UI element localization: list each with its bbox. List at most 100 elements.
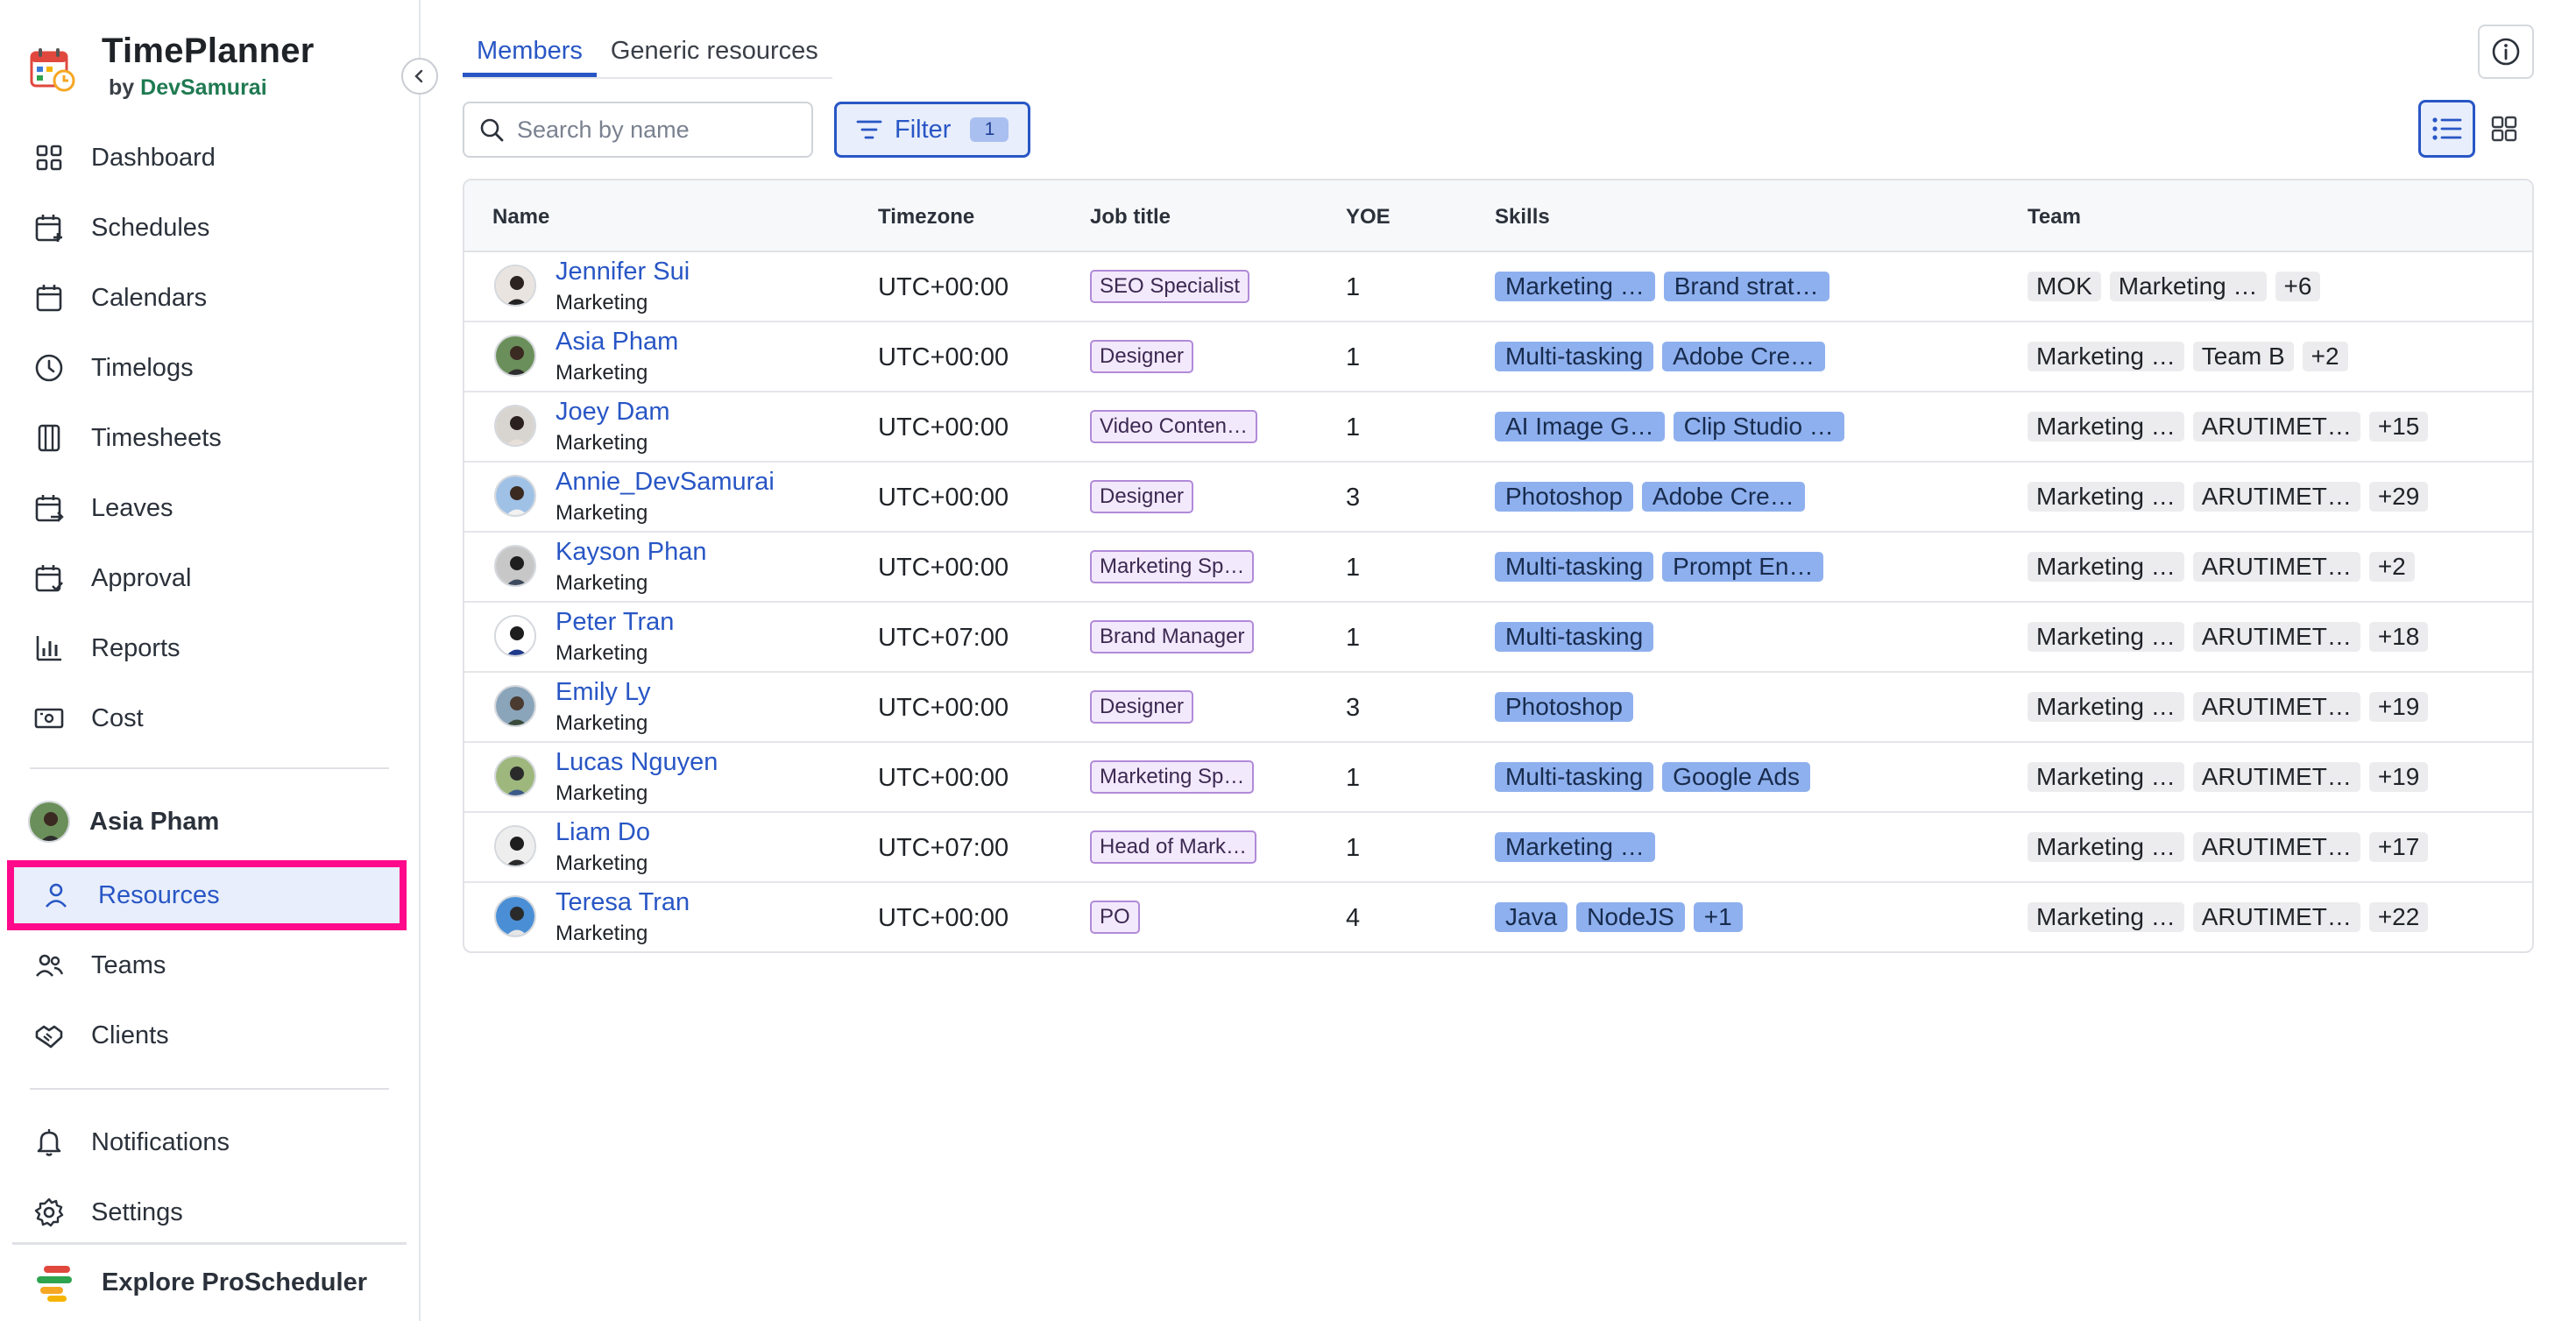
skill-tag: Multi-tasking	[1495, 762, 1654, 792]
member-name-link[interactable]: Teresa Tran	[556, 888, 690, 917]
tab-generic-resources[interactable]: Generic resources	[597, 26, 832, 77]
sidebar-item-notifications[interactable]: Notifications	[0, 1107, 421, 1177]
sidebar-item-reports[interactable]: Reports	[0, 613, 421, 683]
sidebar-item-calendars[interactable]: Calendars	[0, 263, 421, 333]
sidebar-item-leaves[interactable]: Leaves	[0, 473, 421, 543]
table-row[interactable]: Emily Ly Marketing UTC+00:00 Designer 3 …	[464, 673, 2532, 743]
sidebar-user-name: Asia Pham	[89, 807, 220, 836]
members-table: Name Timezone Job title YOE Skills Team …	[463, 179, 2534, 953]
skill-tag: +1	[1693, 902, 1743, 932]
column-header-job-title[interactable]: Job title	[1090, 205, 1171, 230]
team-tag: Marketing …	[2109, 272, 2267, 301]
skill-tag: Multi-tasking	[1495, 552, 1654, 582]
skills-list: Multi-tasking Prompt En…	[1495, 552, 1824, 582]
table-row[interactable]: Jennifer Sui Marketing UTC+00:00 SEO Spe…	[464, 252, 2532, 322]
column-header-yoe[interactable]: YOE	[1346, 205, 1391, 230]
table-row[interactable]: Joey Dam Marketing UTC+00:00 Video Conte…	[464, 392, 2532, 463]
member-name-link[interactable]: Kayson Phan	[556, 538, 707, 567]
member-name-link[interactable]: Emily Ly	[556, 678, 651, 707]
sidebar-item-teams[interactable]: Teams	[0, 930, 421, 1000]
explore-label: Explore ProScheduler	[102, 1268, 367, 1296]
search-input[interactable]	[517, 116, 780, 144]
skill-tag: Marketing …	[1495, 272, 1655, 301]
table-row[interactable]: Asia Pham Marketing UTC+00:00 Designer 1…	[464, 322, 2532, 392]
job-title-tag: PO	[1090, 901, 1140, 934]
skill-tag: Adobe Cre…	[1641, 482, 1805, 512]
sidebar-item-clients[interactable]: Clients	[0, 1000, 421, 1070]
sidebar-item-timesheets[interactable]: Timesheets	[0, 403, 421, 473]
grid-view-button[interactable]	[2475, 100, 2532, 158]
member-timezone: UTC+00:00	[878, 694, 1009, 722]
tab-members[interactable]: Members	[463, 26, 597, 77]
table-row[interactable]: Liam Do Marketing UTC+07:00 Head of Mark…	[464, 813, 2532, 883]
job-title-tag: Designer	[1090, 340, 1194, 373]
collapse-sidebar-button[interactable]	[401, 58, 438, 95]
team-tag: Marketing …	[2028, 552, 2184, 582]
job-title-tag: Marketing Sp…	[1090, 550, 1255, 583]
filter-button[interactable]: Filter 1	[834, 102, 1030, 158]
member-name-link[interactable]: Jennifer Sui	[556, 258, 690, 286]
job-title-tag: SEO Specialist	[1090, 270, 1250, 303]
table-row[interactable]: Lucas Nguyen Marketing UTC+00:00 Marketi…	[464, 743, 2532, 813]
member-timezone: UTC+00:00	[878, 273, 1009, 301]
team-tag: Team B	[2192, 342, 2294, 371]
member-department: Marketing	[556, 641, 648, 665]
member-yoe: 1	[1346, 764, 1361, 792]
member-name-link[interactable]: Peter Tran	[556, 608, 674, 637]
skills-list: Multi-tasking Adobe Cre…	[1495, 342, 1826, 371]
member-name-link[interactable]: Liam Do	[556, 818, 650, 847]
member-name-link[interactable]: Annie_DevSamurai	[556, 468, 775, 497]
teams-list: Marketing … ARUTIMET… +22	[2028, 902, 2429, 932]
grid-icon	[2491, 116, 2516, 142]
team-tag: +19	[2368, 762, 2429, 792]
sidebar-user[interactable]: Asia Pham	[28, 801, 219, 843]
list-view-button[interactable]	[2418, 100, 2476, 158]
avatar	[494, 545, 536, 587]
column-header-timezone[interactable]: Timezone	[878, 205, 974, 230]
sidebar-item-schedules[interactable]: Schedules	[0, 193, 421, 263]
member-timezone: UTC+07:00	[878, 624, 1009, 652]
sidebar-item-settings[interactable]: Settings	[0, 1177, 421, 1247]
column-header-skills[interactable]: Skills	[1495, 205, 1550, 230]
member-timezone: UTC+00:00	[878, 343, 1009, 371]
filter-label: Filter	[895, 115, 952, 144]
member-timezone: UTC+00:00	[878, 554, 1009, 582]
sidebar-item-dashboard[interactable]: Dashboard	[0, 123, 421, 193]
skills-list: AI Image G… Clip Studio …	[1495, 412, 1844, 442]
member-department: Marketing	[556, 501, 648, 525]
member-department: Marketing	[556, 571, 648, 595]
table-row[interactable]: Peter Tran Marketing UTC+07:00 Brand Man…	[464, 603, 2532, 673]
team-tag: Marketing …	[2028, 832, 2184, 862]
skill-tag: Marketing …	[1495, 832, 1655, 862]
sidebar-item-resources[interactable]: Resources	[7, 860, 407, 930]
sidebar-item-approval[interactable]: Approval	[0, 543, 421, 613]
skills-list: Marketing …	[1495, 832, 1655, 862]
table-row[interactable]: Kayson Phan Marketing UTC+00:00 Marketin…	[464, 533, 2532, 603]
member-name-link[interactable]: Asia Pham	[556, 328, 678, 357]
member-name-link[interactable]: Joey Dam	[556, 398, 670, 427]
team-tag: Marketing …	[2028, 412, 2184, 442]
skills-list: Photoshop Adobe Cre…	[1495, 482, 1805, 512]
sidebar-item-timelogs[interactable]: Timelogs	[0, 333, 421, 403]
table-row[interactable]: Teresa Tran Marketing UTC+00:00 PO 4 Jav…	[464, 883, 2532, 951]
column-header-name[interactable]: Name	[492, 205, 549, 230]
team-tag: ARUTIMET…	[2192, 902, 2360, 932]
sidebar-divider	[30, 767, 389, 769]
info-button[interactable]	[2478, 25, 2534, 79]
avatar	[494, 685, 536, 727]
explore-proscheduler-button[interactable]: Explore ProScheduler	[12, 1242, 407, 1321]
team-tag: +17	[2368, 832, 2429, 862]
team-tag: Marketing …	[2028, 622, 2184, 652]
search-box[interactable]	[463, 102, 813, 158]
sidebar-item-cost[interactable]: Cost	[0, 683, 421, 753]
teams-list: Marketing … ARUTIMET… +18	[2028, 622, 2429, 652]
member-department: Marketing	[556, 851, 648, 875]
member-department: Marketing	[556, 361, 648, 385]
bell-icon	[33, 1127, 65, 1158]
brand[interactable]: TimePlanner by DevSamurai	[30, 30, 315, 101]
table-row[interactable]: Annie_DevSamurai Marketing UTC+00:00 Des…	[464, 463, 2532, 533]
member-department: Marketing	[556, 291, 648, 314]
member-timezone: UTC+07:00	[878, 834, 1009, 862]
member-name-link[interactable]: Lucas Nguyen	[556, 748, 718, 777]
column-header-team[interactable]: Team	[2028, 205, 2081, 230]
